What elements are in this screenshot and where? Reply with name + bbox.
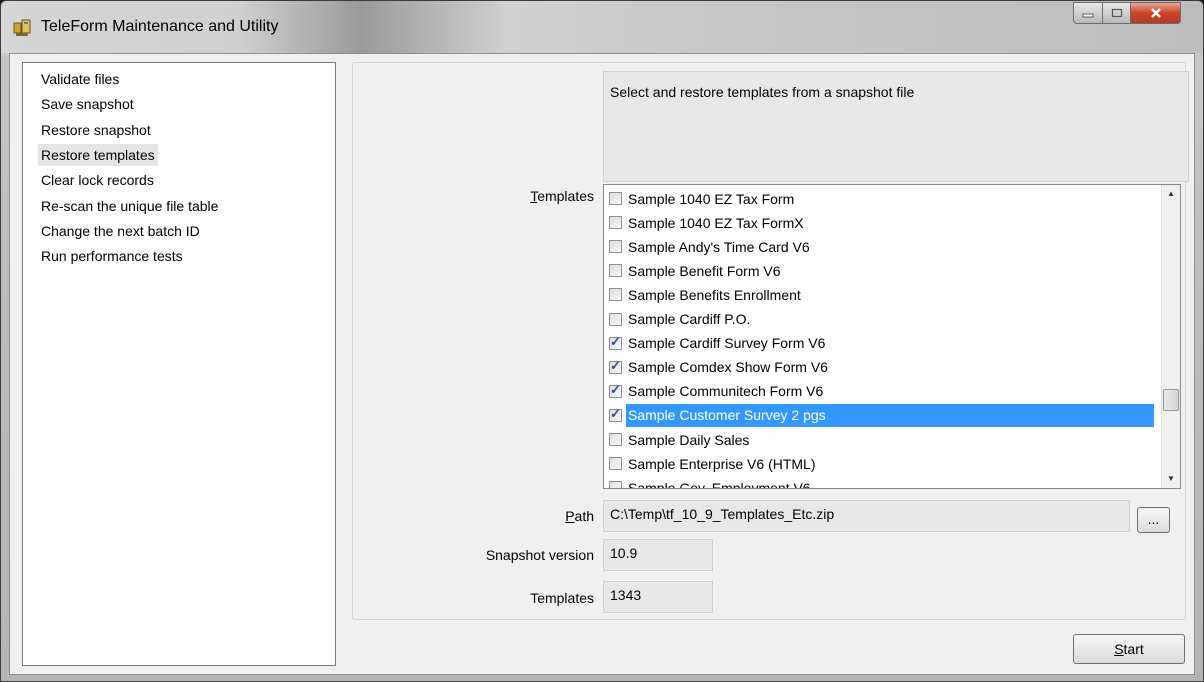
template-label: Sample Gov. Employment V6 — [628, 479, 811, 489]
menu-item-clear-lock-records[interactable]: Clear lock records — [38, 169, 157, 191]
template-label: Sample Customer Survey 2 pgs — [626, 403, 1154, 427]
template-checkbox[interactable] — [609, 216, 622, 230]
template-row[interactable]: Sample Customer Survey 2 pgs — [604, 403, 1154, 427]
template-label: Sample Andy's Time Card V6 — [628, 238, 810, 255]
template-label: Sample Daily Sales — [628, 431, 750, 448]
path-label: Path — [498, 508, 594, 524]
template-checkbox[interactable] — [609, 264, 622, 278]
menu-item-save-snapshot[interactable]: Save snapshot — [38, 93, 137, 115]
template-row[interactable]: Sample Communitech Form V6 — [604, 380, 1154, 403]
template-checkbox[interactable] — [609, 433, 622, 446]
templates-listbox[interactable]: Sample Gov. Employment V6 Sample Enterpri… — [603, 184, 1181, 489]
app-window: TeleForm Maintenance and Utility Validat… — [0, 0, 1204, 682]
template-checkbox[interactable] — [609, 288, 622, 302]
template-label: Sample 1040 EZ Tax FormX — [628, 214, 804, 231]
menu-item-restore-snapshot[interactable]: Restore snapshot — [38, 119, 154, 141]
title-bar[interactable]: TeleForm Maintenance and Utility — [1, 1, 1203, 53]
menu-item-change-the-next-batch-id[interactable]: Change the next batch ID — [38, 220, 203, 242]
template-checkbox[interactable] — [609, 240, 622, 254]
template-checkbox[interactable] — [609, 382, 622, 398]
maximize-icon — [1111, 8, 1122, 18]
scroll-down-arrow-icon[interactable]: ▼ — [1162, 470, 1180, 488]
path-label-rest: ath — [574, 508, 594, 524]
template-label: Sample Benefit Form V6 — [628, 262, 781, 279]
template-row[interactable]: Sample Comdex Show Form V6 — [604, 356, 1154, 379]
close-icon — [1150, 8, 1161, 18]
template-checkbox[interactable] — [609, 358, 622, 374]
start-button[interactable]: Start — [1073, 634, 1185, 664]
caption-buttons — [1073, 2, 1181, 26]
path-field[interactable]: C:\Temp\tf_10_9_Templates_Etc.zip — [603, 500, 1130, 532]
scroll-thumb[interactable] — [1163, 389, 1179, 411]
description-box: Select and restore templates from a snap… — [603, 71, 1189, 182]
menu-item-restore-templates[interactable]: Restore templates — [38, 143, 158, 166]
template-row[interactable]: Sample Andy's Time Card V6 — [604, 235, 1154, 258]
teleform-app-icon — [13, 19, 31, 36]
start-label-rest: tart — [1123, 641, 1144, 657]
template-row[interactable]: Sample 1040 EZ Tax FormX — [604, 211, 1154, 234]
menu-item-validate-files[interactable]: Validate files — [38, 68, 122, 90]
template-row[interactable]: Sample Cardiff Survey Form V6 — [604, 332, 1154, 355]
snapshot-version-field: 10.9 — [603, 539, 713, 571]
minimize-button[interactable] — [1073, 2, 1103, 24]
template-label: Sample Comdex Show Form V6 — [628, 359, 828, 376]
templates-scrollbar[interactable]: ▲ ▼ — [1161, 185, 1180, 488]
menu-item-run-performance-tests[interactable]: Run performance tests — [38, 245, 186, 267]
template-checkbox[interactable] — [609, 312, 622, 326]
template-checkbox[interactable] — [609, 457, 622, 471]
template-checkbox[interactable] — [609, 334, 622, 350]
template-label: Sample Cardiff P.O. — [628, 311, 751, 327]
template-label: Sample 1040 EZ Tax Form — [628, 190, 795, 207]
task-list: Validate files Save snapshot Restore snaps… — [22, 62, 336, 666]
close-button[interactable] — [1131, 2, 1181, 24]
template-row[interactable]: Sample Benefit Form V6 — [604, 259, 1154, 282]
templates-count-field: 1343 — [603, 581, 713, 613]
template-row[interactable]: Sample Benefits Enrollment — [604, 283, 1154, 306]
path-label-accel: P — [565, 508, 575, 524]
template-checkbox[interactable] — [609, 192, 622, 205]
client-area: Validate files Save snapshot Restore snaps… — [9, 53, 1195, 675]
template-row[interactable]: Sample Cardiff P.O. — [604, 308, 1154, 331]
templates-label-rest: emplates — [537, 188, 594, 204]
template-label: Sample Cardiff Survey Form V6 — [628, 335, 826, 352]
template-row[interactable]: Sample Daily Sales — [604, 428, 1154, 451]
templates-count-label: Templates — [530, 590, 594, 606]
start-label-accel: S — [1114, 641, 1124, 657]
template-row[interactable]: Sample Enterprise V6 (HTML) — [604, 452, 1154, 475]
window-title: TeleForm Maintenance and Utility — [41, 18, 279, 35]
scroll-up-arrow-icon[interactable]: ▲ — [1162, 185, 1180, 203]
maximize-button[interactable] — [1103, 2, 1131, 24]
menu-item-re-scan-the-unique-file-table[interactable]: Re-scan the unique file table — [38, 195, 221, 217]
template-label: Sample Benefits Enrollment — [628, 286, 801, 303]
minimize-icon — [1082, 13, 1094, 18]
template-checkbox[interactable] — [609, 406, 622, 422]
template-label: Sample Enterprise V6 (HTML) — [628, 455, 816, 472]
snapshot-version-label: Snapshot version — [485, 547, 594, 563]
template-row[interactable]: Sample 1040 EZ Tax Form — [604, 187, 1154, 210]
browse-button[interactable]: ... — [1137, 507, 1170, 533]
template-row[interactable]: Sample Gov. Employment V6 — [604, 476, 1154, 489]
template-label: Sample Communitech Form V6 — [628, 383, 824, 400]
templates-list-label: Templates — [498, 188, 594, 204]
template-checkbox[interactable] — [609, 481, 622, 488]
